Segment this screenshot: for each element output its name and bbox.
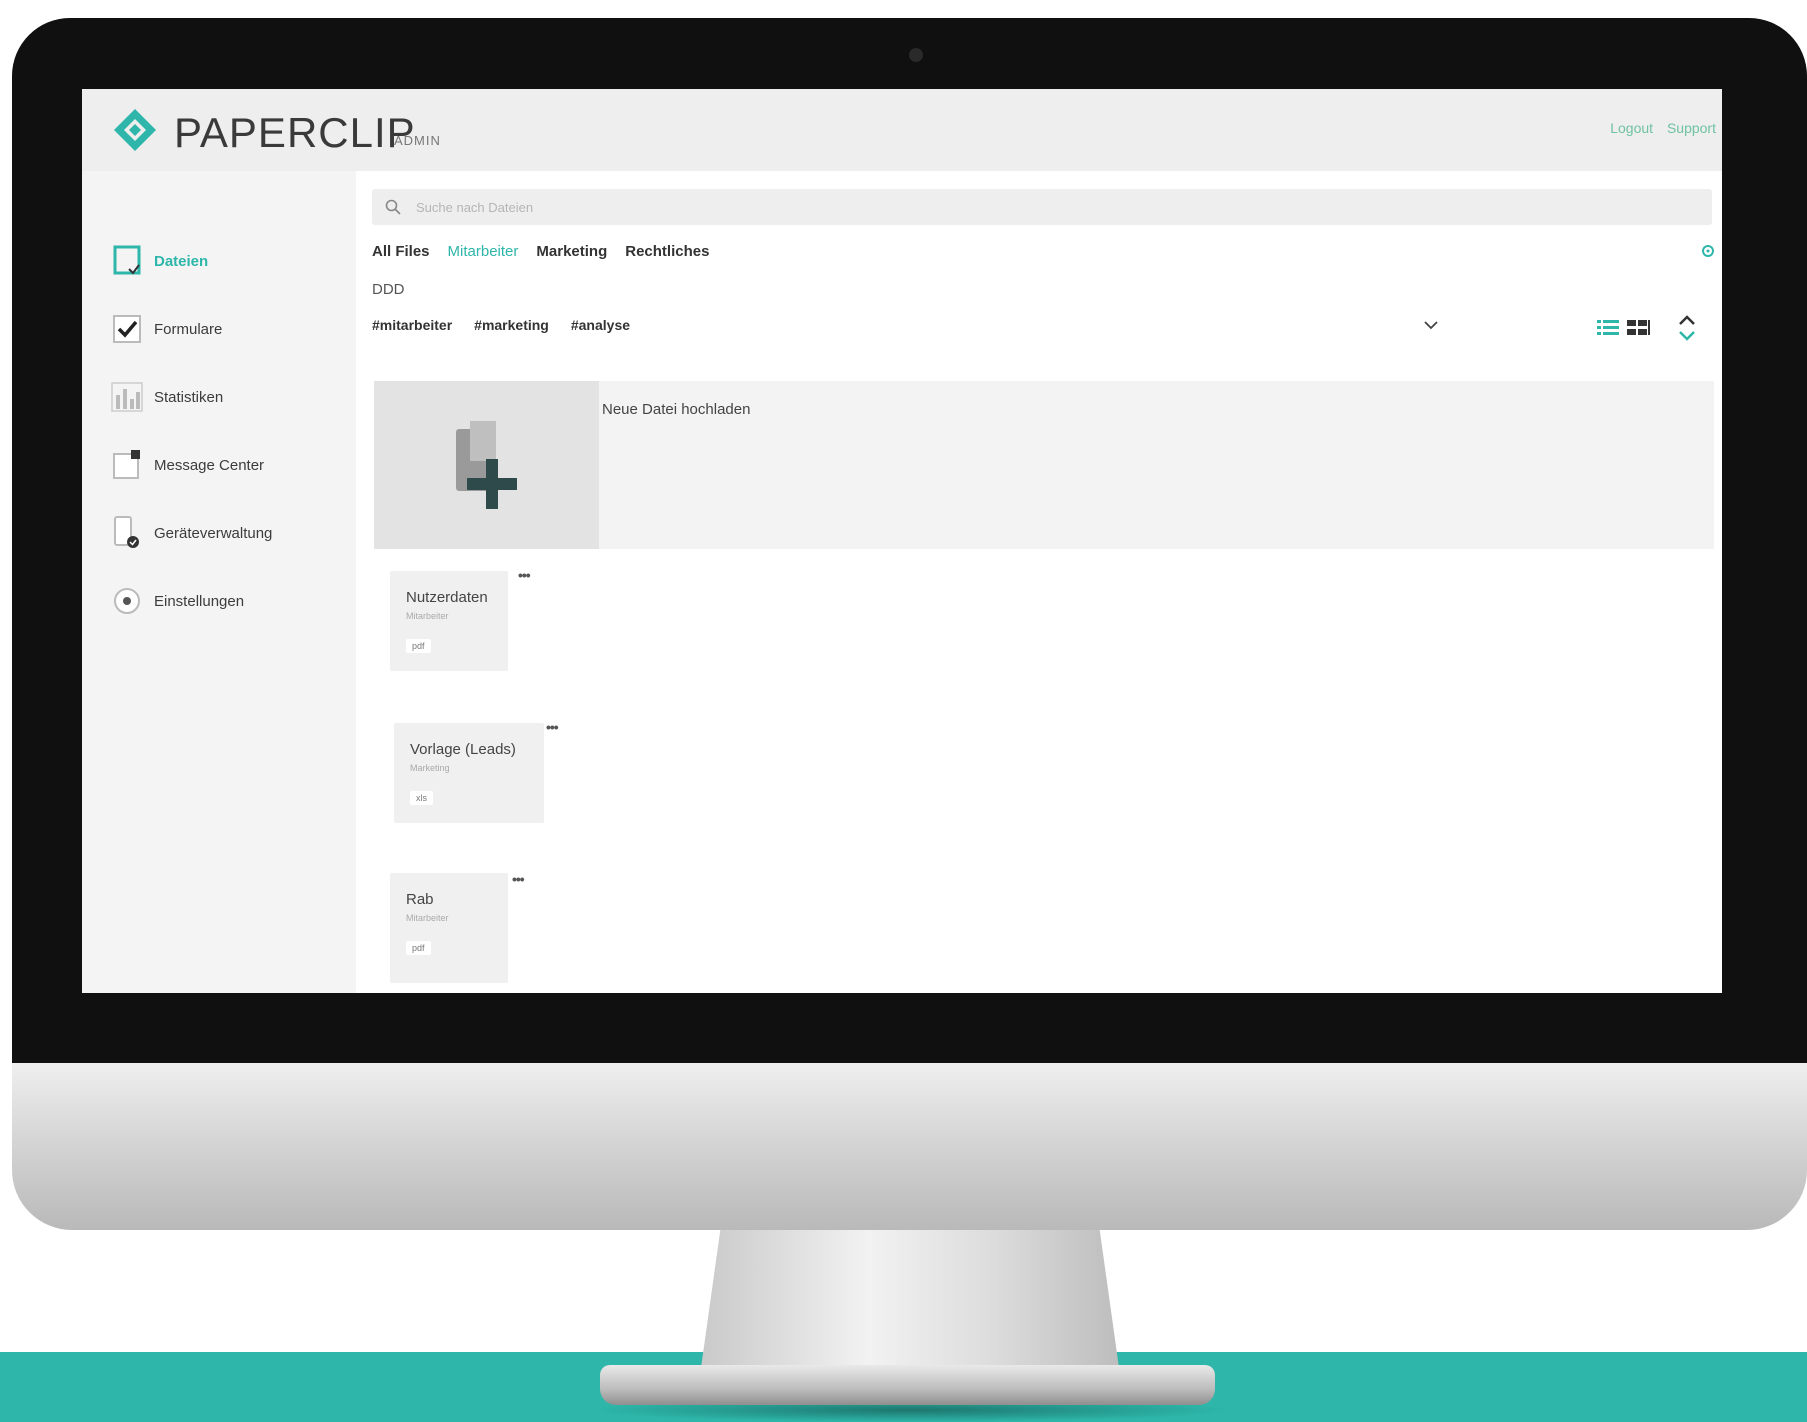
upload-file-icon — [456, 421, 517, 509]
app-header: PAPERCLIP ADMIN Logout Support — [82, 89, 1722, 171]
monitor-stand — [700, 1225, 1120, 1375]
app-screen: PAPERCLIP ADMIN Logout Support Dateien F… — [82, 89, 1722, 993]
sidebar-item-label: Geräteverwaltung — [154, 524, 273, 542]
bar-chart-icon — [110, 380, 144, 414]
file-name: Vorlage (Leads) — [410, 741, 516, 758]
sidebar-item-label: Dateien — [154, 252, 209, 270]
tab-marketing[interactable]: Marketing — [536, 243, 607, 260]
search-icon — [385, 199, 401, 215]
brand-name: PAPERCLIP — [174, 109, 416, 156]
document-icon — [110, 244, 144, 278]
device-icon — [110, 516, 144, 550]
message-icon — [110, 448, 144, 482]
sidebar-item-geraeteverwaltung[interactable]: Geräteverwaltung — [110, 513, 272, 553]
sidebar-item-dateien[interactable]: Dateien — [110, 241, 208, 281]
list-view-icon[interactable] — [1596, 317, 1620, 339]
file-type-badge: xls — [410, 791, 433, 805]
sidebar-item-label: Statistiken — [154, 388, 224, 406]
more-options-icon[interactable]: ••• — [512, 871, 525, 887]
search-input[interactable]: Suche nach Dateien — [416, 200, 533, 215]
header-links: Logout Support — [1600, 120, 1716, 136]
tag-filter-row: #mitarbeiter #marketing #analyse — [372, 317, 630, 333]
sidebar-item-label: Einstellungen — [154, 592, 245, 610]
sidebar-item-formulare[interactable]: Formulare — [110, 309, 222, 349]
file-category: Marketing — [410, 763, 450, 773]
camera-icon — [909, 48, 923, 62]
folder-tabs: All Files Mitarbeiter Marketing Rechtlic… — [372, 243, 709, 260]
tab-mitarbeiter[interactable]: Mitarbeiter — [448, 243, 519, 260]
breadcrumb: DDD — [372, 281, 405, 298]
brand-subtitle: ADMIN — [394, 133, 441, 148]
tag-mitarbeiter[interactable]: #mitarbeiter — [372, 317, 452, 333]
logout-link[interactable]: Logout — [1610, 120, 1653, 136]
sidebar-item-message-center[interactable]: Message Center — [110, 445, 264, 485]
file-category: Mitarbeiter — [406, 913, 449, 923]
sidebar-item-label: Formulare — [154, 320, 223, 338]
file-card[interactable]: Rab Mitarbeiter pdf — [390, 873, 508, 983]
settings-icon[interactable] — [1700, 243, 1716, 259]
tab-all-files[interactable]: All Files — [372, 243, 430, 260]
sidebar: Dateien Formulare Statistiken Message Ce… — [82, 171, 347, 993]
upload-thumbnail[interactable] — [374, 381, 599, 549]
file-name: Rab — [406, 891, 434, 908]
search-bar[interactable]: Suche nach Dateien — [372, 189, 1712, 225]
tab-rechtliches[interactable]: Rechtliches — [625, 243, 709, 260]
file-type-badge: pdf — [406, 639, 431, 653]
file-card[interactable]: Vorlage (Leads) Marketing xls — [394, 723, 544, 823]
more-options-icon[interactable]: ••• — [546, 719, 559, 735]
upload-label: Neue Datei hochladen — [602, 401, 751, 418]
file-type-badge: pdf — [406, 941, 431, 955]
gear-icon — [110, 584, 144, 618]
sidebar-item-label: Message Center — [154, 456, 265, 474]
file-card[interactable]: Nutzerdaten Mitarbeiter pdf — [390, 571, 508, 671]
monitor-chin — [12, 1060, 1807, 1230]
support-link[interactable]: Support — [1667, 120, 1716, 136]
tag-marketing[interactable]: #marketing — [474, 317, 549, 333]
upload-file-row[interactable]: Neue Datei hochladen — [374, 381, 1714, 549]
tag-analyse[interactable]: #analyse — [571, 317, 630, 333]
chevron-down-icon[interactable] — [1421, 315, 1441, 335]
file-name: Nutzerdaten — [406, 589, 488, 606]
sort-icon[interactable] — [1674, 313, 1700, 343]
grid-view-icon[interactable] — [1626, 317, 1650, 339]
more-options-icon[interactable]: ••• — [518, 567, 531, 583]
sidebar-item-einstellungen[interactable]: Einstellungen — [110, 581, 244, 621]
file-category: Mitarbeiter — [406, 611, 449, 621]
monitor-foot — [600, 1365, 1215, 1405]
main-content: Suche nach Dateien All Files Mitarbeiter… — [356, 171, 1722, 993]
logo-icon — [114, 109, 156, 151]
checkbox-icon — [110, 312, 144, 346]
sidebar-item-statistiken[interactable]: Statistiken — [110, 377, 223, 417]
